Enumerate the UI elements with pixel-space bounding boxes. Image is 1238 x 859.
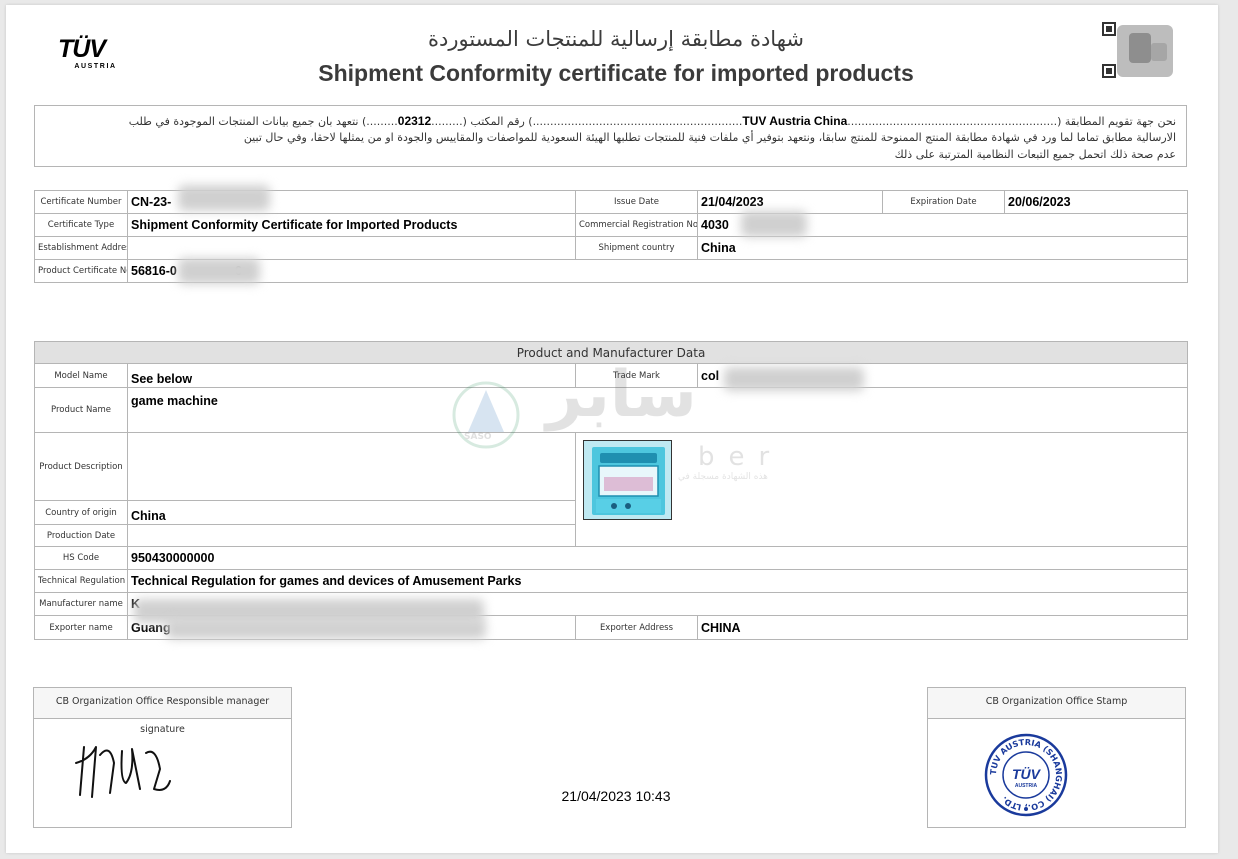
production-date-value bbox=[127, 524, 576, 547]
exporter-name-label: Exporter name bbox=[34, 615, 128, 640]
manufacturer-name-label: Manufacturer name bbox=[34, 592, 128, 616]
signature-image bbox=[70, 733, 180, 809]
title-english: Shipment Conformity certificate for impo… bbox=[318, 60, 914, 86]
watermark-arabic: سابر bbox=[546, 358, 697, 432]
establishment-address-value bbox=[127, 236, 576, 260]
table-row: HS Code 950430000000 bbox=[34, 546, 1188, 570]
office-number: 02312 bbox=[397, 114, 432, 128]
declaration-line-3: عدم صحة ذلك اتحمل جميع التبعات النظامية … bbox=[894, 148, 1176, 161]
logo-sub-text: AUSTRIA bbox=[74, 63, 117, 70]
certificate-type-label: Certificate Type bbox=[34, 213, 128, 237]
expiration-date-label: Expiration Date bbox=[882, 190, 1005, 214]
hs-code-value: 950430000000 bbox=[127, 546, 1188, 570]
expiration-date-value: 20/06/2023 bbox=[1004, 190, 1188, 214]
organization-stamp: TUV AUSTRIA (SHANGHAI) CO., LTD. TÜV AUS… bbox=[983, 732, 1069, 818]
title-arabic: شهادة مطابقة إرسالية للمنتجات المستوردة bbox=[428, 27, 804, 51]
signature-box-title: CB Organization Office Responsible manag… bbox=[34, 688, 291, 735]
stamp-box: CB Organization Office Stamp TUV AUSTRIA… bbox=[927, 687, 1186, 828]
technical-regulation-label: Technical Regulation bbox=[34, 569, 128, 593]
product-certificate-label: Product Certificate No. bbox=[34, 259, 128, 283]
declaration-box: نحن جهة تقويم المطابقة (................… bbox=[34, 105, 1187, 167]
certificate-type-value: Shipment Conformity Certificate for Impo… bbox=[127, 213, 576, 237]
model-name-label: Model Name bbox=[34, 363, 128, 388]
tuv-austria-logo: TÜV AUSTRIA bbox=[58, 37, 133, 75]
certificate-number-label: Certificate Number bbox=[34, 190, 128, 214]
commercial-registration-label: Commercial Registration No bbox=[575, 213, 698, 237]
technical-regulation-value: Technical Regulation for games and devic… bbox=[127, 569, 1188, 593]
product-certificate-cell: 56816-06 bbox=[127, 259, 1188, 283]
product-certificate-value: 56816-0 bbox=[131, 264, 177, 278]
establishment-address-label: Establishment Address bbox=[34, 236, 128, 260]
redaction-blur bbox=[741, 211, 807, 237]
declaration-pre: نحن جهة تقويم المطابقة ( bbox=[1057, 115, 1176, 128]
conformity-body-name: TUV Austria China bbox=[742, 114, 848, 128]
stamp-box-title: CB Organization Office Stamp bbox=[928, 688, 1185, 719]
stamp-brand-sub: AUSTRIA bbox=[1015, 783, 1038, 789]
table-row: Certificate Type Shipment Conformity Cer… bbox=[34, 213, 1188, 237]
declaration-post: ) نتعهد بان جميع بيانات المنتجات الموجود… bbox=[128, 115, 367, 128]
exporter-address-value: CHINA bbox=[697, 615, 1188, 640]
declaration-line-2: الارسالية مطابق تماما لما ورد في شهادة م… bbox=[243, 131, 1176, 144]
redaction-blur bbox=[178, 258, 260, 284]
redaction-blur bbox=[166, 619, 486, 639]
watermark-badge: SASO bbox=[464, 432, 492, 442]
product-description-label: Product Description bbox=[34, 432, 128, 501]
qr-code-icon bbox=[1099, 19, 1173, 80]
redaction-blur bbox=[178, 185, 270, 211]
declaration-mid: ) رقم المكتب ( bbox=[462, 115, 533, 128]
signature-box: CB Organization Office Responsible manag… bbox=[33, 687, 292, 828]
issue-timestamp: 21/04/2023 10:43 bbox=[561, 788, 671, 804]
country-of-origin-value: China bbox=[127, 500, 576, 525]
shipment-country-label: Shipment country bbox=[575, 236, 698, 260]
issue-date-label: Issue Date bbox=[575, 190, 698, 214]
shipment-country-value: China bbox=[697, 236, 1188, 260]
country-of-origin-label: Country of origin bbox=[34, 500, 128, 525]
watermark-caption: هذه الشهادة مسجلة في bbox=[678, 472, 768, 482]
product-image bbox=[583, 440, 672, 520]
table-row: Establishment Address Shipment country C… bbox=[34, 236, 1188, 260]
exporter-address-label: Exporter Address bbox=[575, 615, 698, 640]
stamp-brand: TÜV bbox=[1012, 766, 1042, 782]
certificate-page: TÜV AUSTRIA شهادة مطابقة إرسالية للمنتجا… bbox=[6, 5, 1218, 853]
watermark-english: ber bbox=[698, 442, 784, 472]
declaration-line-1: نحن جهة تقويم المطابقة (................… bbox=[128, 114, 1176, 128]
table-row: Technical Regulation Technical Regulatio… bbox=[34, 569, 1188, 593]
product-name-label: Product Name bbox=[34, 387, 128, 433]
hs-code-label: HS Code bbox=[34, 546, 128, 570]
logo-brand-text: TÜV bbox=[58, 35, 106, 63]
production-date-label: Production Date bbox=[34, 524, 128, 547]
